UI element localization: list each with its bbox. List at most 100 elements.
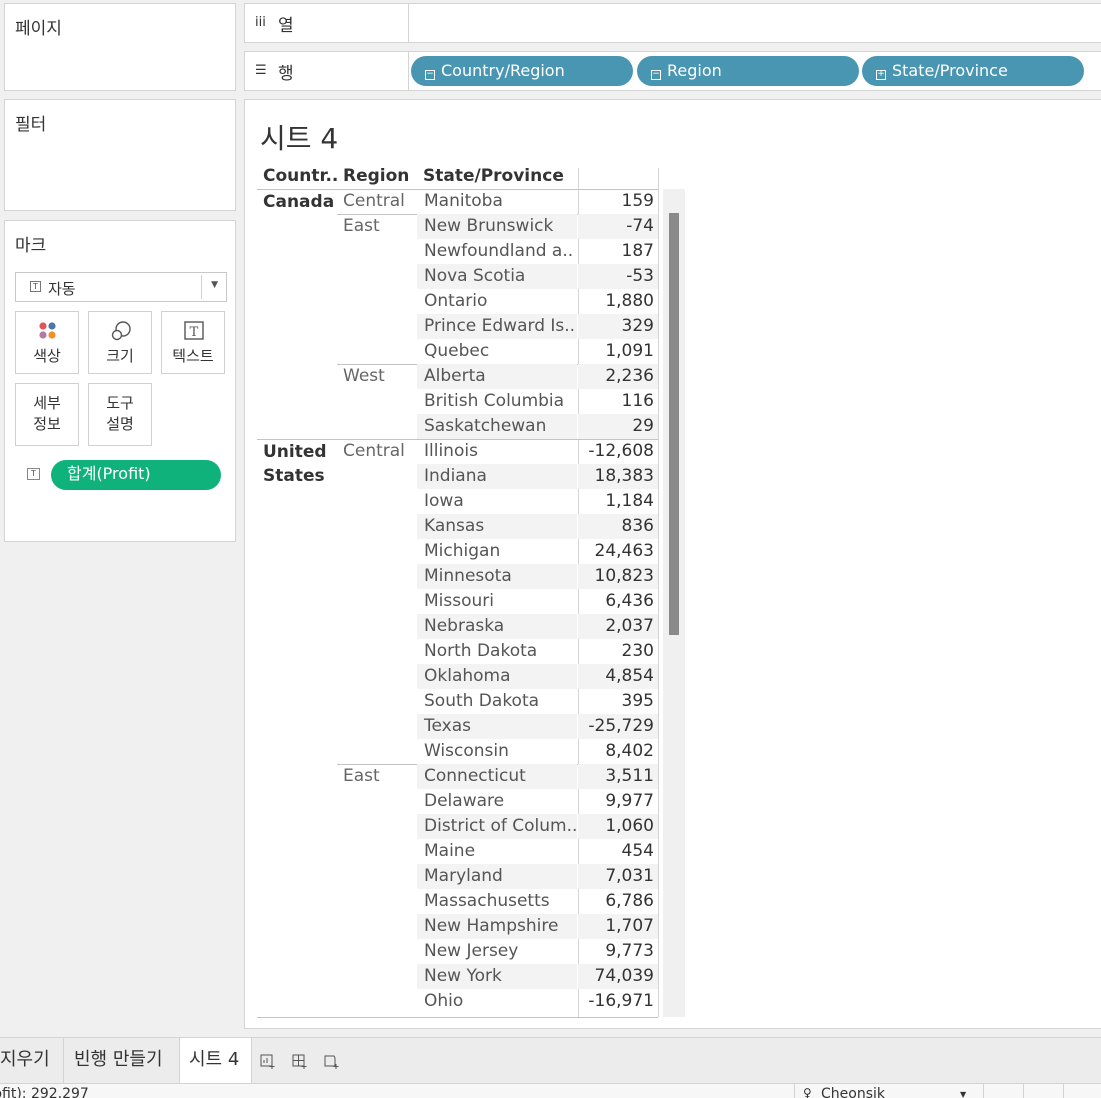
color-button[interactable]: 색상	[15, 311, 79, 374]
profit-cell[interactable]: 1,091	[578, 339, 658, 364]
table-row[interactable]: District of Colum.. 1,060	[417, 814, 658, 839]
region-label[interactable]: East	[343, 214, 380, 239]
status-button[interactable]	[984, 1084, 1024, 1098]
status-button[interactable]	[1024, 1084, 1064, 1098]
scrollbar-thumb[interactable]	[669, 213, 679, 635]
state-cell[interactable]: South Dakota	[417, 689, 577, 714]
table-row[interactable]: Indiana 18,383	[417, 464, 658, 489]
profit-cell[interactable]: 187	[578, 239, 658, 264]
table-row[interactable]: New Jersey 9,773	[417, 939, 658, 964]
state-cell[interactable]: Illinois	[417, 439, 577, 464]
profit-cell[interactable]: 24,463	[578, 539, 658, 564]
table-row[interactable]: New Hampshire 1,707	[417, 914, 658, 939]
country-region-pill[interactable]: − Country/Region	[411, 56, 633, 86]
region-pill[interactable]: − Region	[637, 56, 859, 86]
state-cell[interactable]: Nova Scotia	[417, 264, 577, 289]
state-cell[interactable]: Texas	[417, 714, 577, 739]
profit-cell[interactable]: 836	[578, 514, 658, 539]
table-row[interactable]: New York 74,039	[417, 964, 658, 989]
state-cell[interactable]: Delaware	[417, 789, 577, 814]
table-row[interactable]: Saskatchewan 29	[417, 414, 658, 439]
table-row[interactable]: Nova Scotia -53	[417, 264, 658, 289]
state-cell[interactable]: Michigan	[417, 539, 577, 564]
rows-shelf[interactable]: ☰ 행 − Country/Region − Region + State/Provi…	[244, 51, 1101, 91]
table-row[interactable]: Wisconsin 8,402	[417, 739, 658, 764]
table-row[interactable]: Ohio -16,971	[417, 989, 658, 1014]
state-cell[interactable]: New Brunswick	[417, 214, 577, 239]
state-cell[interactable]: New Hampshire	[417, 914, 577, 939]
pages-card[interactable]: 페이지	[4, 3, 236, 91]
profit-cell[interactable]: 230	[578, 639, 658, 664]
state-cell[interactable]: North Dakota	[417, 639, 577, 664]
profit-cell[interactable]: 395	[578, 689, 658, 714]
profit-cell[interactable]: 454	[578, 839, 658, 864]
profit-cell[interactable]: 9,773	[578, 939, 658, 964]
region-label[interactable]: West	[343, 364, 385, 389]
text-button[interactable]: T 텍스트	[161, 311, 225, 374]
profit-cell[interactable]: 116	[578, 389, 658, 414]
state-province-pill[interactable]: + State/Province	[862, 56, 1084, 86]
region-label[interactable]: Central	[343, 439, 405, 464]
table-row[interactable]: Maryland 7,031	[417, 864, 658, 889]
profit-cell[interactable]: 6,786	[578, 889, 658, 914]
state-cell[interactable]: New York	[417, 964, 577, 989]
table-row[interactable]: Minnesota 10,823	[417, 564, 658, 589]
profit-cell[interactable]: 6,436	[578, 589, 658, 614]
state-cell[interactable]: Quebec	[417, 339, 577, 364]
collapse-icon[interactable]: −	[425, 70, 435, 80]
state-cell[interactable]: Iowa	[417, 489, 577, 514]
profit-cell[interactable]: -53	[578, 264, 658, 289]
new-dashboard-icon[interactable]	[292, 1053, 308, 1069]
profit-cell[interactable]: 1,184	[578, 489, 658, 514]
profit-cell[interactable]: 1,880	[578, 289, 658, 314]
state-cell[interactable]: Manitoba	[417, 189, 577, 214]
profit-cell[interactable]: 4,854	[578, 664, 658, 689]
tab-blank-row[interactable]: 빈행 만들기	[64, 1038, 180, 1084]
table-row[interactable]: Illinois -12,608	[417, 439, 658, 464]
table-row[interactable]: South Dakota 395	[417, 689, 658, 714]
detail-button[interactable]: 세부 정보	[15, 383, 79, 446]
state-cell[interactable]: Maryland	[417, 864, 577, 889]
state-cell[interactable]: Saskatchewan	[417, 414, 577, 439]
state-cell[interactable]: Oklahoma	[417, 664, 577, 689]
state-cell[interactable]: Newfoundland a..	[417, 239, 577, 264]
profit-cell[interactable]: 29	[578, 414, 658, 439]
state-cell[interactable]: Ohio	[417, 989, 577, 1014]
table-row[interactable]: North Dakota 230	[417, 639, 658, 664]
chevron-down-icon[interactable]: ▼	[211, 280, 218, 290]
table-row[interactable]: Kansas 836	[417, 514, 658, 539]
state-cell[interactable]: Indiana	[417, 464, 577, 489]
sum-profit-pill[interactable]: 합계(Profit)	[51, 460, 221, 490]
profit-cell[interactable]: -25,729	[578, 714, 658, 739]
table-row[interactable]: Texas -25,729	[417, 714, 658, 739]
profit-cell[interactable]: -16,971	[578, 989, 658, 1014]
table-row[interactable]: Maine 454	[417, 839, 658, 864]
profit-cell[interactable]: 9,977	[578, 789, 658, 814]
profit-cell[interactable]: 2,037	[578, 614, 658, 639]
region-label[interactable]: East	[343, 764, 380, 789]
profit-cell[interactable]: 329	[578, 314, 658, 339]
country-label[interactable]: United States	[263, 440, 327, 488]
table-row[interactable]: Connecticut 3,511	[417, 764, 658, 789]
table-row[interactable]: Ontario 1,880	[417, 289, 658, 314]
state-cell[interactable]: Nebraska	[417, 614, 577, 639]
table-row[interactable]: Missouri 6,436	[417, 589, 658, 614]
table-row[interactable]: Iowa 1,184	[417, 489, 658, 514]
profit-cell[interactable]: 3,511	[578, 764, 658, 789]
profit-cell[interactable]: 2,236	[578, 364, 658, 389]
state-cell[interactable]: Ontario	[417, 289, 577, 314]
profit-cell[interactable]: -74	[578, 214, 658, 239]
tab-sheet-4[interactable]: 시트 4	[180, 1038, 252, 1084]
table-row[interactable]: Alberta 2,236	[417, 364, 658, 389]
table-row[interactable]: Manitoba 159	[417, 189, 658, 214]
profit-cell[interactable]: 159	[578, 189, 658, 214]
state-cell[interactable]: District of Colum..	[417, 814, 577, 839]
table-row[interactable]: Newfoundland a.. 187	[417, 239, 658, 264]
state-cell[interactable]: Alberta	[417, 364, 577, 389]
worksheet-view[interactable]: 시트 4 Countr.. Region State/Province Cana…	[244, 99, 1101, 1029]
region-label[interactable]: Central	[343, 189, 405, 214]
profit-cell[interactable]: 74,039	[578, 964, 658, 989]
filters-card[interactable]: 필터	[4, 99, 236, 211]
header-state[interactable]: State/Province	[423, 166, 564, 186]
header-region[interactable]: Region	[343, 166, 409, 186]
